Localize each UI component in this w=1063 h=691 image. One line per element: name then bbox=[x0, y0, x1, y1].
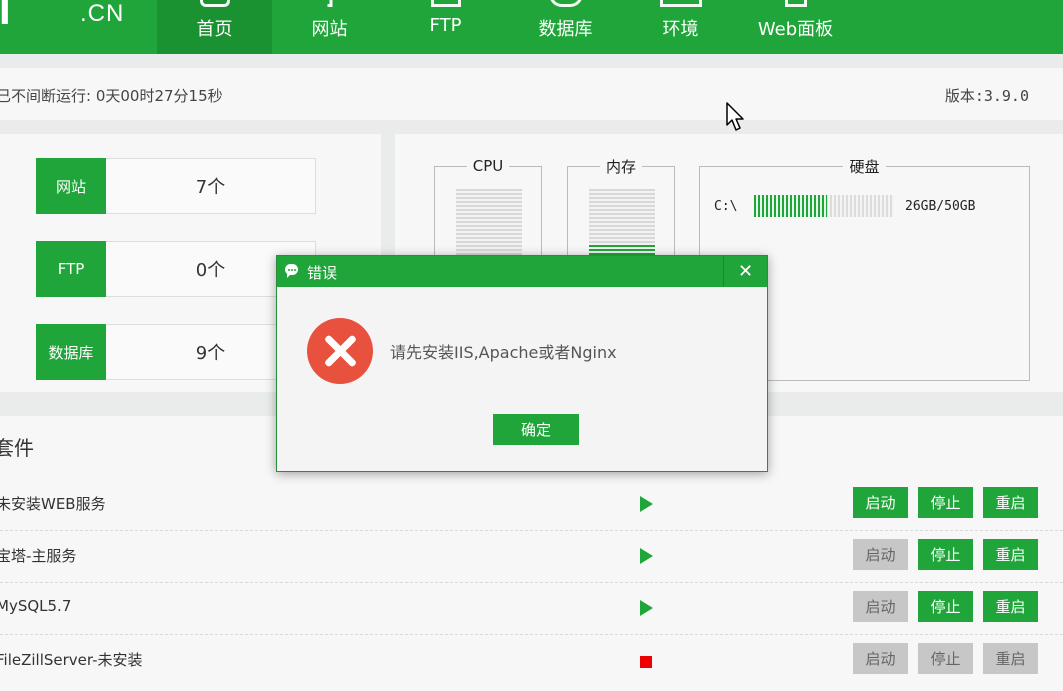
running-icon bbox=[640, 600, 653, 616]
nav-label: 网站 bbox=[311, 19, 348, 40]
software-name: 宝塔-主服务 bbox=[0, 547, 77, 565]
software-title: 套件 bbox=[0, 436, 34, 460]
logo-mark: T bbox=[0, 0, 18, 33]
nav-home[interactable]: 首页 bbox=[157, 0, 272, 54]
disk-usage-text: 26GB/50GB bbox=[905, 199, 976, 214]
stopped-icon bbox=[640, 656, 652, 668]
nav-label: 首页 bbox=[196, 19, 233, 40]
nav-label: FTP bbox=[429, 15, 462, 36]
stop-button[interactable]: 停止 bbox=[918, 643, 973, 674]
stat-database[interactable]: 数据库 9个 bbox=[36, 324, 317, 380]
software-name: FileZillServer-未安装 bbox=[0, 651, 143, 669]
ftp-icon bbox=[430, 0, 461, 7]
error-x-icon bbox=[307, 318, 373, 384]
home-icon bbox=[199, 0, 230, 7]
nav-label: 数据库 bbox=[538, 19, 593, 40]
disk-label: 硬盘 bbox=[843, 158, 886, 176]
error-dialog: 错误 ✕ 请先安装IIS,Apache或者Nginx 确定 bbox=[276, 255, 768, 472]
mouse-pointer-icon bbox=[726, 102, 744, 131]
cpu-gauge bbox=[456, 189, 522, 259]
stat-label: FTP bbox=[36, 241, 106, 297]
nav-web-panel[interactable]: Web面板 bbox=[738, 0, 853, 54]
software-row: MySQL5.7 启动 停止 重启 bbox=[0, 582, 1063, 635]
start-button[interactable]: 启动 bbox=[853, 643, 908, 674]
stat-ftp[interactable]: FTP 0个 bbox=[36, 241, 317, 297]
restart-button[interactable]: 重启 bbox=[983, 487, 1038, 518]
uptime-text: 已不间断运行: 0天00时27分15秒 bbox=[0, 87, 223, 105]
restart-button[interactable]: 重启 bbox=[983, 539, 1038, 570]
start-button[interactable]: 启动 bbox=[853, 487, 908, 518]
disk-usage-fill bbox=[754, 195, 827, 217]
running-icon bbox=[640, 548, 653, 564]
close-icon[interactable]: ✕ bbox=[723, 256, 767, 287]
software-row: FileZillServer-未安装 启动 停止 重启 bbox=[0, 634, 1063, 686]
ok-button[interactable]: 确定 bbox=[493, 414, 579, 445]
status-bar: 已不间断运行: 0天00时27分15秒 版本:3.9.0 bbox=[0, 68, 1063, 120]
top-nav-bar: T .CN 首页 网站 FTP 数据库 环境 Web面板 bbox=[0, 0, 1063, 54]
cpu-label: CPU bbox=[466, 157, 510, 175]
stop-button[interactable]: 停止 bbox=[918, 487, 973, 518]
software-name: MySQL5.7 bbox=[0, 597, 72, 615]
database-icon bbox=[548, 0, 583, 7]
disk-usage-bar bbox=[754, 195, 894, 217]
disk-drive: C:\ bbox=[714, 199, 738, 214]
software-row: 宝塔-主服务 启动 停止 重启 bbox=[0, 530, 1063, 583]
nav-label: 环境 bbox=[662, 19, 699, 40]
stat-label: 网站 bbox=[36, 158, 106, 214]
memory-label: 内存 bbox=[599, 158, 642, 176]
version-text: 版本:3.9.0 bbox=[944, 87, 1029, 105]
website-icon bbox=[327, 0, 332, 7]
nav-ftp[interactable]: FTP bbox=[388, 0, 503, 54]
nav-environment[interactable]: 环境 bbox=[623, 0, 738, 54]
chat-icon bbox=[285, 264, 298, 278]
stat-value: 7个 bbox=[106, 158, 316, 214]
nav-website[interactable]: 网站 bbox=[272, 0, 387, 54]
logo: T .CN bbox=[0, 0, 157, 54]
web-panel-icon bbox=[784, 0, 807, 7]
software-row: 未安装WEB服务 启动 停止 重启 bbox=[0, 478, 1063, 531]
software-name: 未安装WEB服务 bbox=[0, 495, 106, 513]
stop-button[interactable]: 停止 bbox=[918, 539, 973, 570]
environment-icon bbox=[659, 0, 702, 7]
start-button[interactable]: 启动 bbox=[853, 539, 908, 570]
running-icon bbox=[640, 496, 653, 512]
dialog-title: 错误 bbox=[307, 264, 338, 282]
start-button[interactable]: 启动 bbox=[853, 591, 908, 622]
memory-gauge bbox=[589, 189, 655, 259]
logo-suffix: .CN bbox=[80, 0, 125, 27]
restart-button[interactable]: 重启 bbox=[983, 643, 1038, 674]
nav-label: Web面板 bbox=[757, 19, 834, 40]
restart-button[interactable]: 重启 bbox=[983, 591, 1038, 622]
dialog-message: 请先安装IIS,Apache或者Nginx bbox=[390, 343, 617, 362]
stop-button[interactable]: 停止 bbox=[918, 591, 973, 622]
dialog-header[interactable]: 错误 ✕ bbox=[277, 256, 767, 287]
stat-label: 数据库 bbox=[36, 324, 106, 380]
stat-website[interactable]: 网站 7个 bbox=[36, 158, 317, 214]
nav-database[interactable]: 数据库 bbox=[508, 0, 623, 54]
